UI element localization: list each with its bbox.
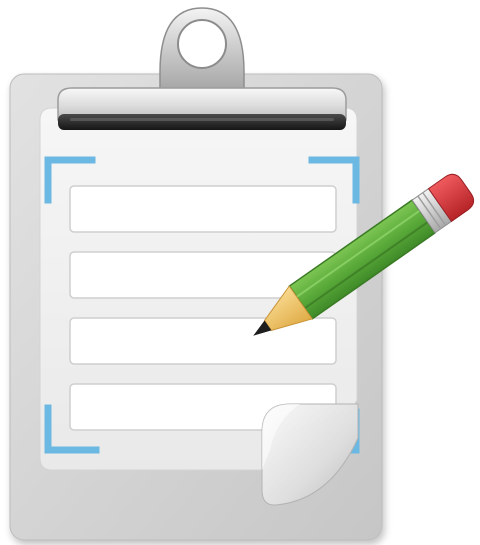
icon-canvas bbox=[0, 0, 480, 545]
clip-bar bbox=[57, 87, 347, 130]
form-field bbox=[69, 317, 337, 365]
form-field bbox=[69, 185, 337, 233]
clipboard-form-edit-icon bbox=[9, 7, 475, 541]
